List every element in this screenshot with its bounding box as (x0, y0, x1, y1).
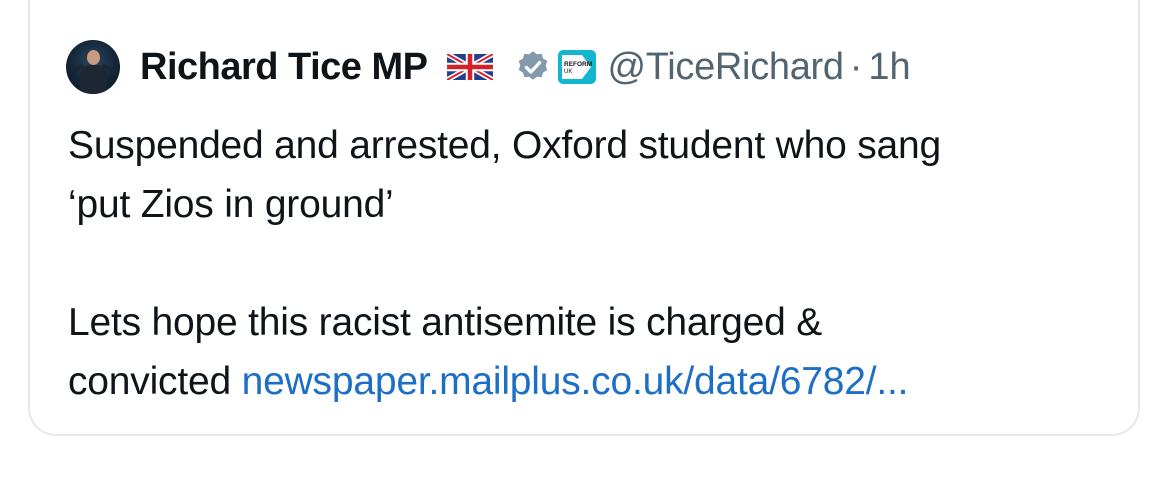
tweet-timestamp[interactable]: 1h (868, 46, 910, 89)
article-link[interactable]: newspaper.mailplus.co.uk/data/6782/... (242, 360, 909, 403)
reform-uk-badge-icon[interactable]: REFORM UK (557, 47, 597, 87)
separator-dot: · (849, 45, 863, 88)
author-handle[interactable]: @TiceRichard (607, 46, 844, 89)
reform-badge-text: REFORM (564, 61, 592, 68)
tweet-text: Suspended and arrested, Oxford student w… (68, 116, 1118, 411)
tweet-text-line: ‘put Zios in ground’ (68, 183, 394, 226)
author-name[interactable]: Richard Tice MP (140, 46, 428, 89)
tweet-text-line: Suspended and arrested, Oxford student w… (68, 124, 942, 167)
tweet-text-line: Lets hope this racist antisemite is char… (68, 301, 823, 344)
uk-flag-icon (447, 54, 494, 80)
svg-text:UK: UK (564, 69, 572, 75)
tweet-header: Richard Tice MP REFORM UK @TiceRichard ·… (66, 40, 911, 94)
avatar[interactable] (66, 40, 120, 94)
verified-badge-icon[interactable] (515, 49, 551, 85)
tweet-text-fragment: convicted (68, 360, 242, 403)
tweet-text-line: convicted newspaper.mailplus.co.uk/data/… (68, 352, 1118, 411)
